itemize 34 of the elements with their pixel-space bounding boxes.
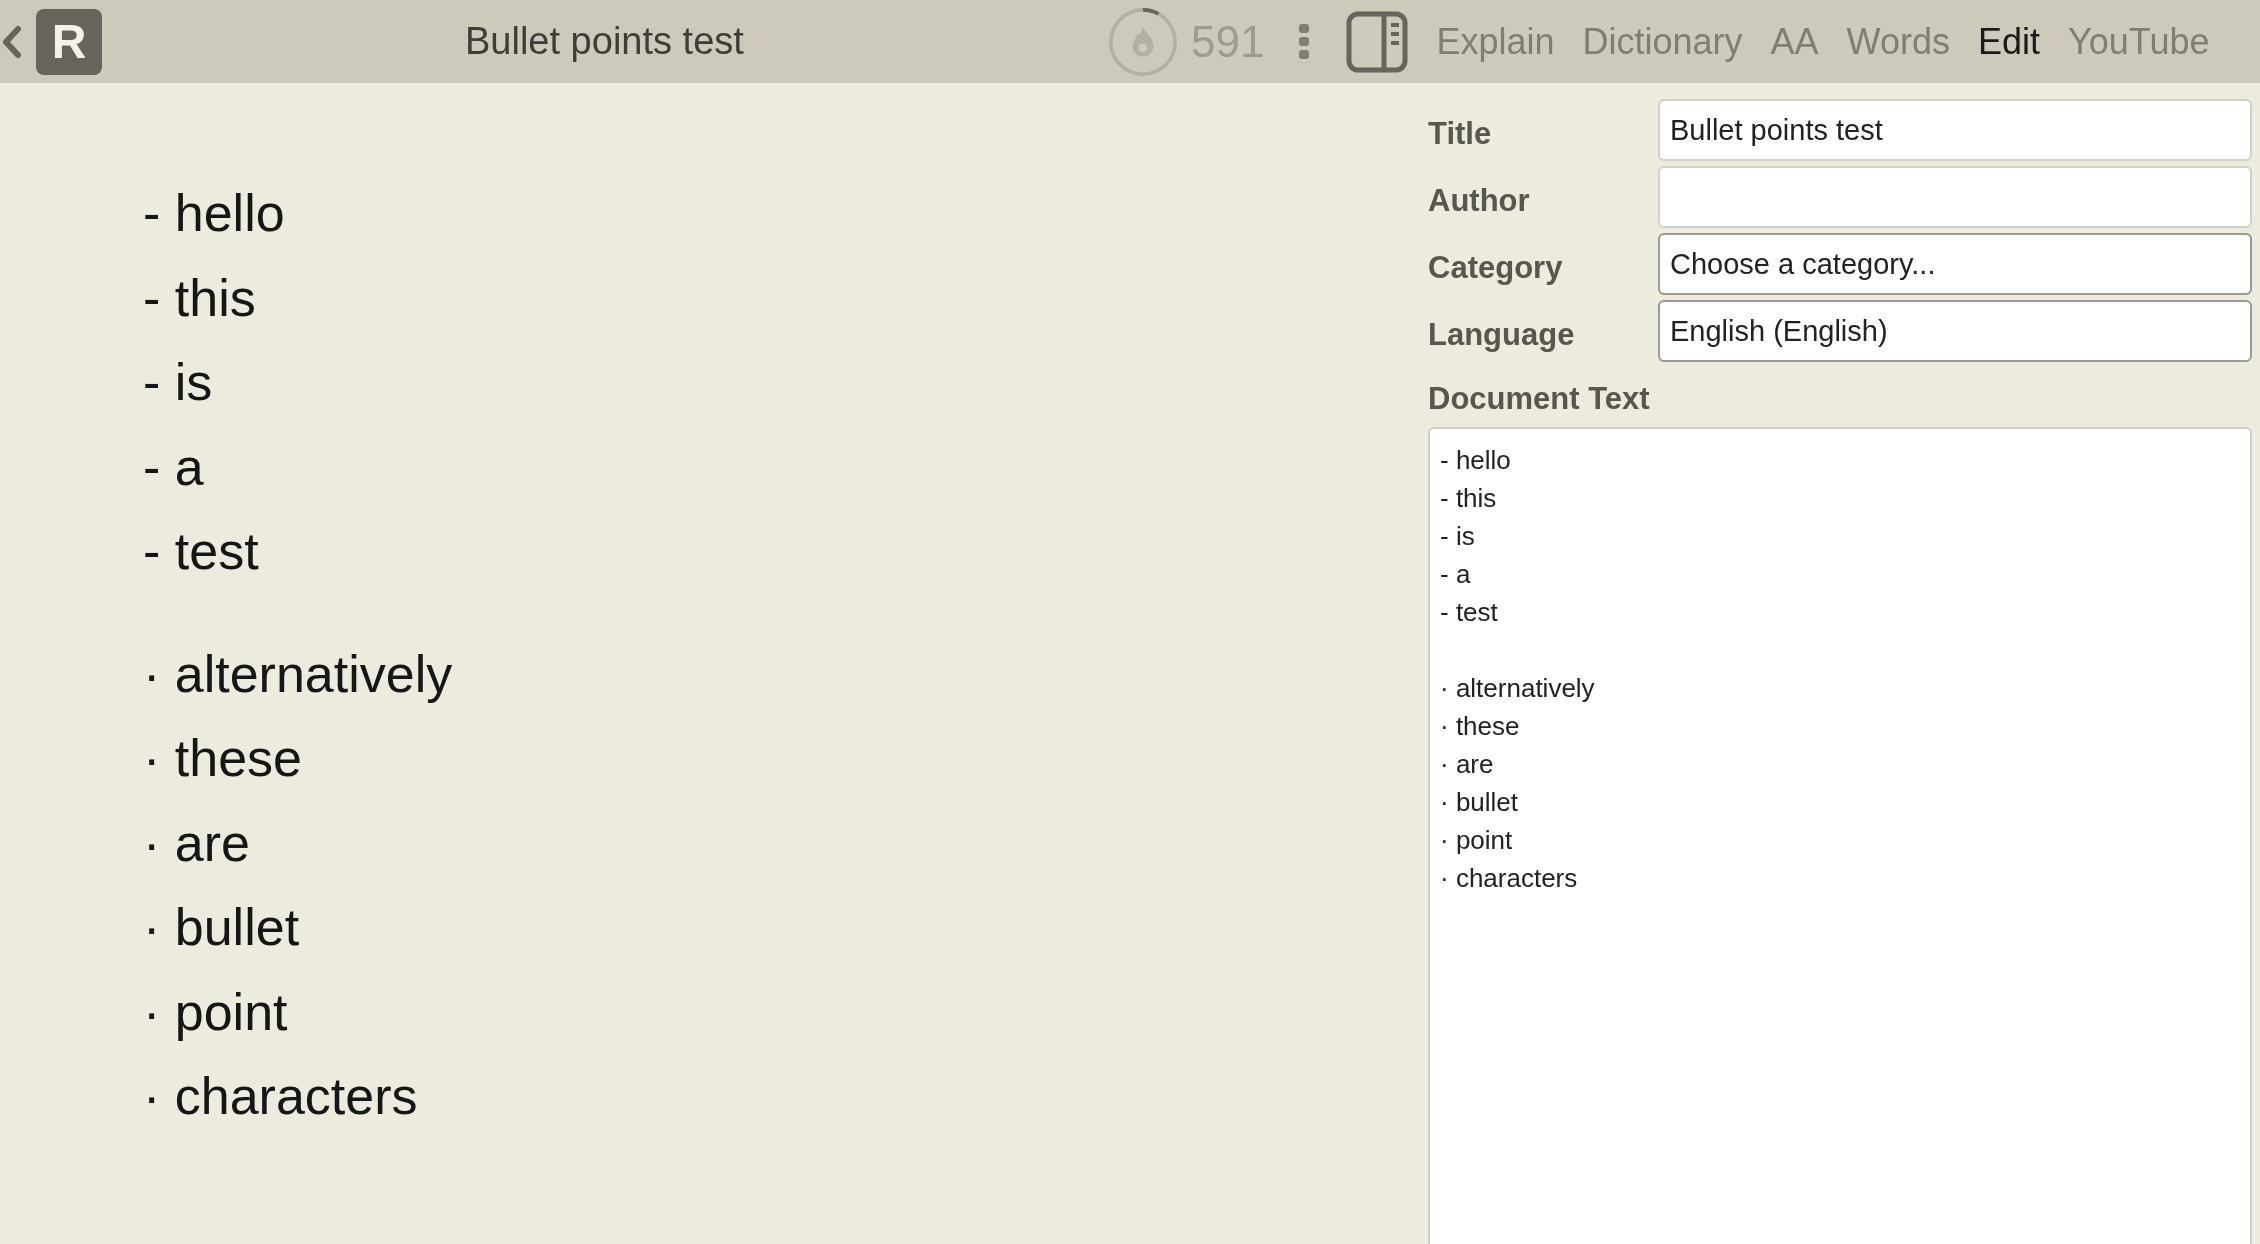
reader-text-line: · bullet (143, 897, 301, 958)
reader-text-line: · point (143, 981, 289, 1043)
document-title: Bullet points test (465, 20, 745, 63)
document-text-line: · point (1440, 824, 1514, 857)
reader-text-line: · are (143, 812, 251, 874)
document-text-line: · are (1440, 748, 1495, 781)
field-label: Language (1428, 316, 1576, 353)
app-logo[interactable]: R (36, 8, 102, 75)
document-text-field[interactable]: - hello - this - is - a - test · alternatively · these · are · bullet · point · characters (1428, 427, 2252, 1244)
document-text-line: · bullet (1440, 786, 1520, 819)
field-label: Title (1428, 115, 1493, 152)
document-text-line: - test (1440, 596, 1499, 629)
field-label: Author (1428, 182, 1531, 219)
document-text-line: · alternatively (1440, 672, 1596, 705)
reader-text-line: · these (143, 728, 303, 789)
reader-text-line: · alternatively (143, 643, 454, 705)
input-field[interactable]: Bullet points test (1658, 99, 2252, 161)
document-text-line: - is (1440, 520, 1476, 553)
dropdown-field[interactable]: English (English) (1658, 300, 2252, 362)
document-text-line: · these (1440, 710, 1521, 743)
document-text-line: - hello (1440, 444, 1512, 477)
dropdown-field[interactable]: Choose a category... (1658, 233, 2252, 295)
document-text-line: - a (1440, 558, 1472, 591)
reader-text-line: - a (143, 436, 205, 498)
reader-text-line: - this (143, 267, 257, 329)
field-label: Category (1428, 249, 1564, 286)
reader-text-line: - test (143, 521, 260, 582)
document-text-line: · characters (1440, 862, 1579, 895)
field-label: Document Text (1428, 381, 1651, 417)
toolbar-tab[interactable]: Edit (1977, 20, 2040, 63)
reader-text-line: · characters (143, 1066, 419, 1127)
reader-text-line: - hello (143, 183, 286, 244)
document-text-line: - this (1440, 482, 1498, 515)
reader-text-line: - is (143, 352, 214, 413)
